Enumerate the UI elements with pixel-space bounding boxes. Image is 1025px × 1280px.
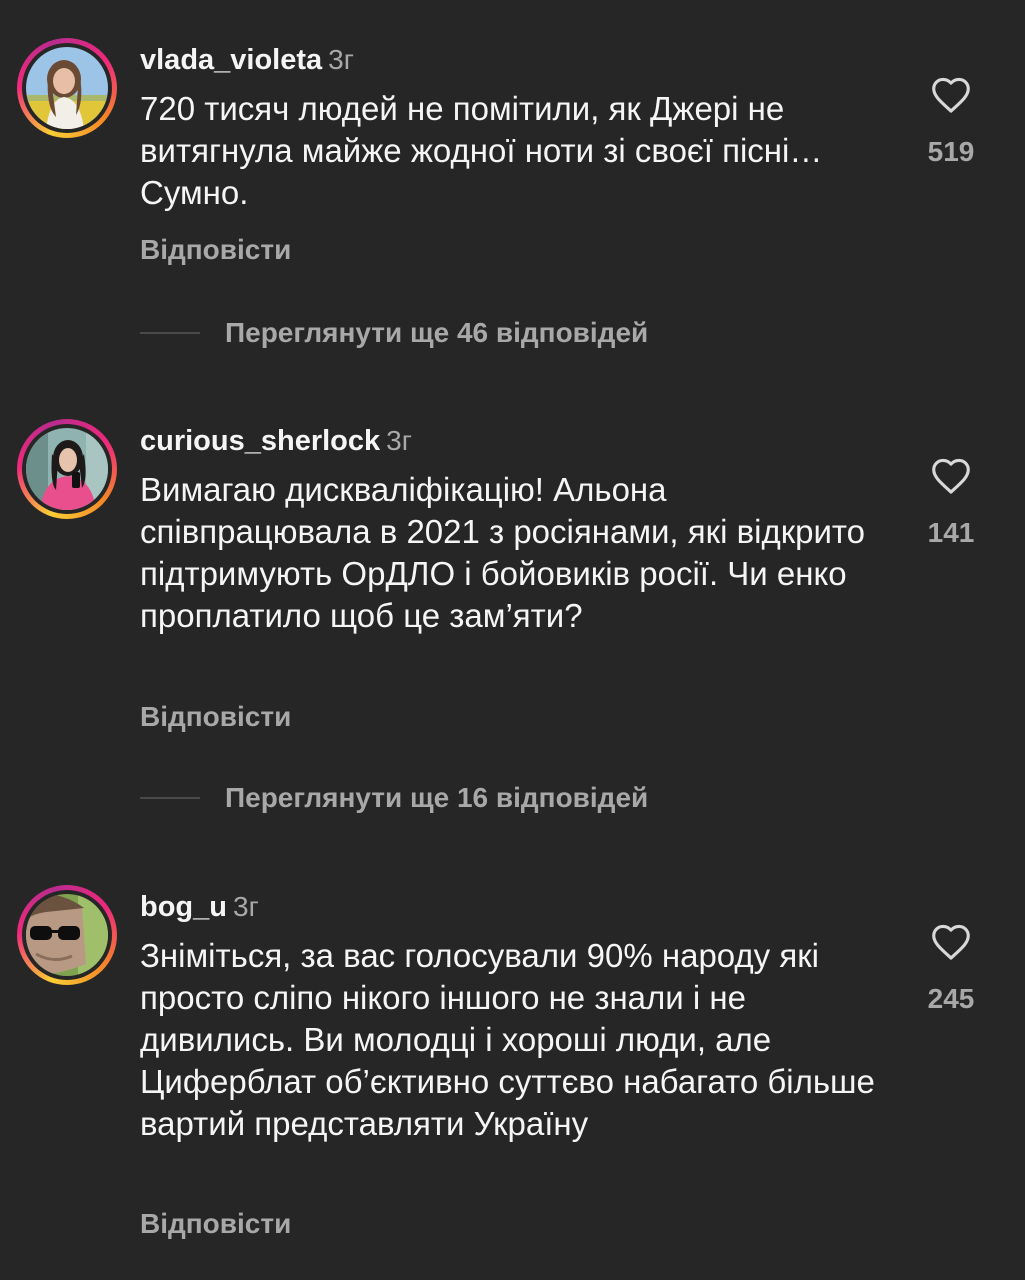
divider-line [140, 797, 200, 799]
like-control: 245 [915, 923, 987, 1015]
like-count: 245 [927, 983, 975, 1014]
comment-header: bog_u 3г [140, 885, 259, 929]
like-control: 519 [915, 76, 987, 168]
avatar[interactable] [17, 419, 117, 519]
like-count: 519 [927, 136, 975, 167]
timestamp: 3г [233, 891, 259, 922]
view-more-replies-label: Переглянути ще 46 відповідей [225, 317, 649, 348]
avatar-photo-vlada [26, 47, 108, 129]
comment-header: curious_sherlock 3г [140, 419, 412, 463]
like-count: 141 [927, 517, 975, 548]
comment-text: 720 тисяч людей не помітили, як Джері не… [140, 90, 823, 211]
avatar-photo-sherlock [26, 428, 108, 510]
avatar[interactable] [17, 38, 117, 138]
avatar-photo-bog-u [26, 894, 108, 976]
heart-outline-icon[interactable] [930, 76, 972, 114]
heart-outline-icon[interactable] [930, 457, 972, 495]
timestamp: 3г [386, 425, 412, 456]
heart-outline-icon[interactable] [930, 923, 972, 961]
like-control: 141 [915, 457, 987, 549]
username[interactable]: curious_sherlock [140, 425, 380, 457]
username[interactable]: vlada_violeta [140, 44, 322, 76]
reply-button[interactable]: Відповісти [140, 701, 291, 733]
username[interactable]: bog_u [140, 891, 227, 923]
timestamp: 3г [328, 44, 354, 75]
reply-button[interactable]: Відповісти [140, 234, 291, 266]
divider-line [140, 332, 200, 334]
view-more-replies-label: Переглянути ще 16 відповідей [225, 782, 649, 813]
comment-header: vlada_violeta 3г [140, 38, 354, 82]
comment-text: Вимагаю дискваліфікацію! Альона співпрац… [140, 471, 866, 634]
avatar[interactable] [17, 885, 117, 985]
reply-button[interactable]: Відповісти [140, 1208, 291, 1240]
comment-text: Зніміться, за вас голосували 90% народу … [140, 937, 875, 1142]
